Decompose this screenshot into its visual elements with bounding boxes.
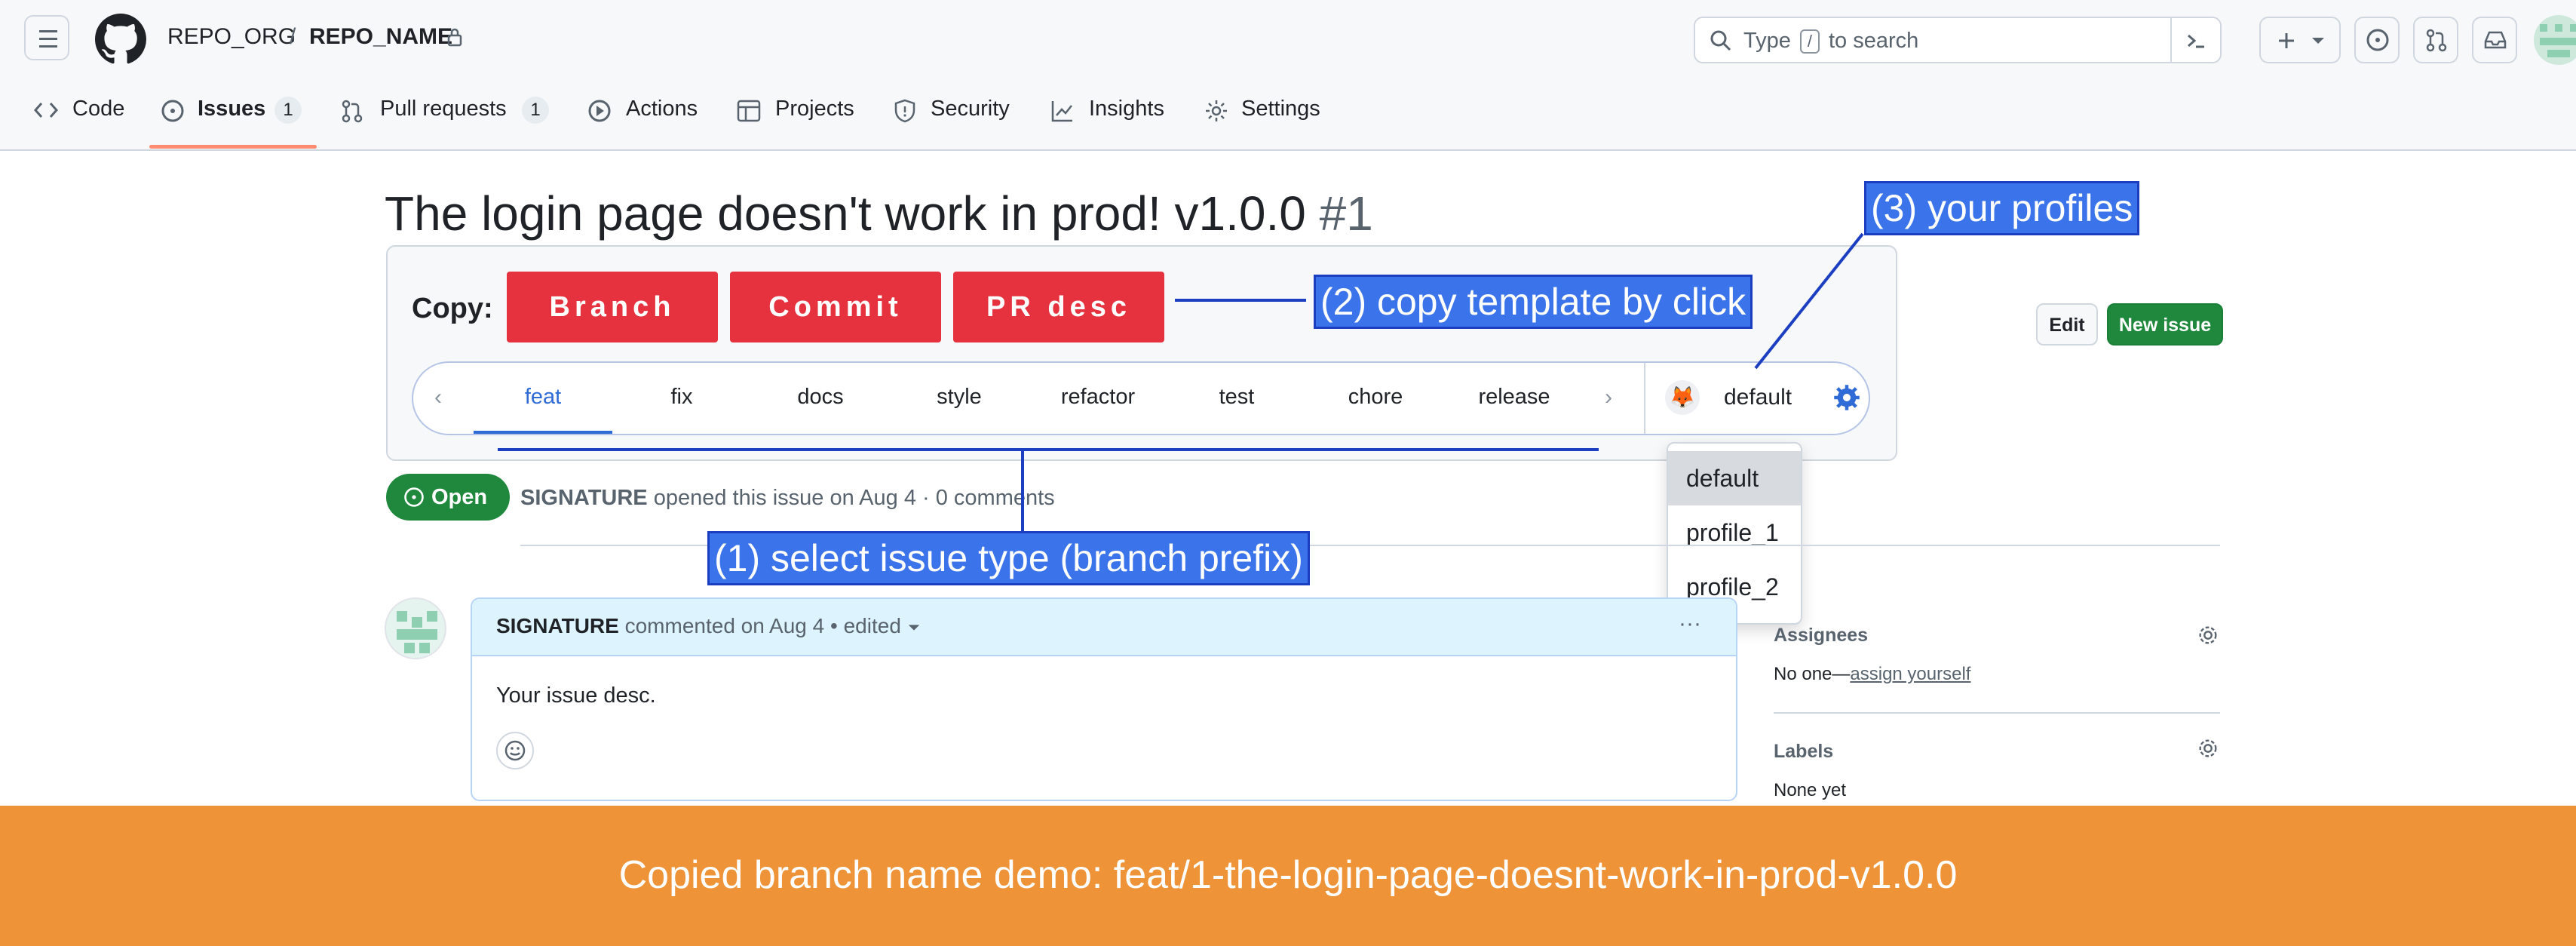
annotation-profiles: (3) your profiles [1864,181,2140,235]
annotation-lines [498,232,1864,531]
annotation-copy-template: (2) copy template by click [1314,275,1753,329]
banner-text: Copied branch name demo: feat/1-the-logi… [618,853,1958,897]
copied-branch-banner: Copied branch name demo: feat/1-the-logi… [0,806,2576,946]
annotation-select-type: (1) select issue type (branch prefix) [707,531,1310,585]
